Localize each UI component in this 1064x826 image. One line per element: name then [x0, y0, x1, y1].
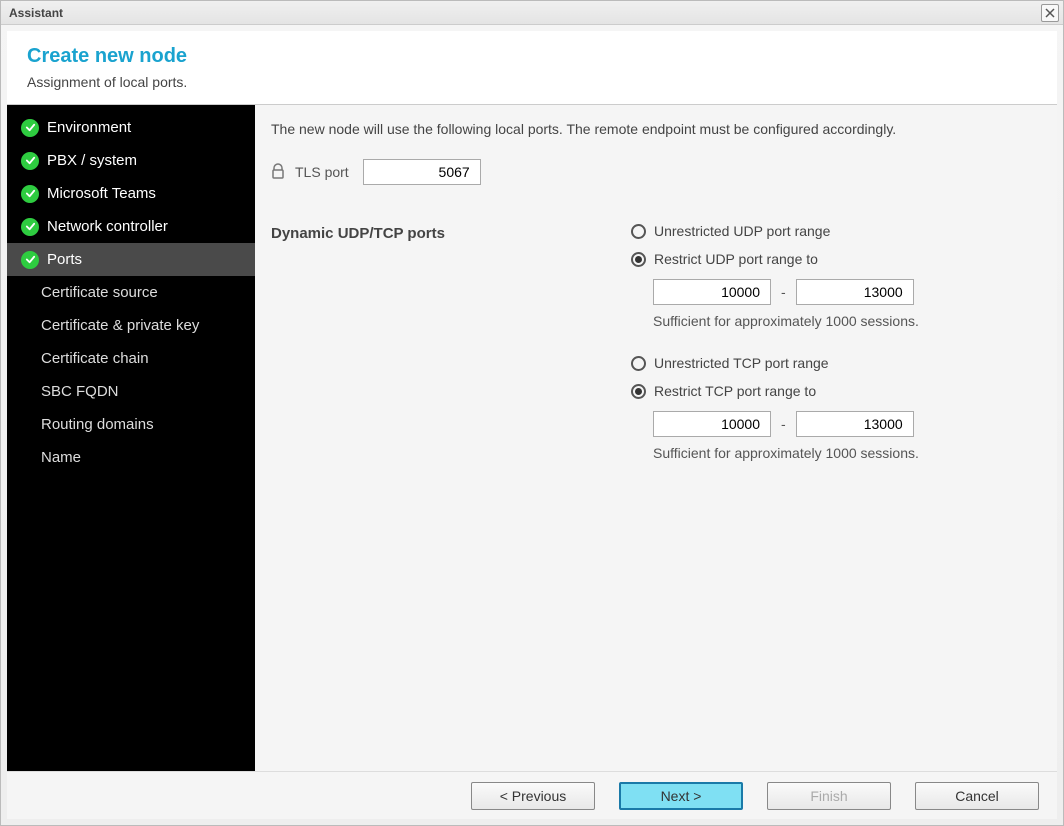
tls-port-input[interactable]: [363, 159, 481, 185]
udp-restrict-option[interactable]: Restrict UDP port range to: [631, 251, 1033, 267]
sidebar-item-microsoft-teams[interactable]: Microsoft Teams: [7, 177, 255, 210]
close-button[interactable]: [1041, 4, 1059, 22]
titlebar: Assistant: [1, 1, 1063, 25]
radio-icon: [631, 356, 646, 371]
radio-label: Restrict UDP port range to: [654, 251, 818, 267]
sidebar-item-label: Certificate & private key: [41, 317, 199, 334]
wizard-body: Environment PBX / system Microsoft Teams Ne…: [7, 105, 1057, 771]
sidebar-item-label: Name: [41, 449, 81, 466]
check-icon: [21, 218, 39, 236]
sidebar-item-label: Microsoft Teams: [47, 185, 156, 202]
udp-hint: Sufficient for approximately 1000 sessio…: [653, 313, 1033, 329]
sidebar-item-label: Environment: [47, 119, 131, 136]
range-separator: -: [781, 284, 786, 300]
radio-icon: [631, 224, 646, 239]
sidebar-item-pbx-system[interactable]: PBX / system: [7, 144, 255, 177]
sidebar-item-certificate-source[interactable]: Certificate source: [7, 276, 255, 309]
sidebar-item-certificate-chain[interactable]: Certificate chain: [7, 342, 255, 375]
cancel-button[interactable]: Cancel: [915, 782, 1039, 810]
dynamic-ports-section: Dynamic UDP/TCP ports Unrestricted UDP p…: [271, 223, 1033, 487]
tcp-range-row: -: [653, 411, 1033, 437]
sidebar-item-name[interactable]: Name: [7, 441, 255, 474]
range-separator: -: [781, 416, 786, 432]
sidebar-item-label: Routing domains: [41, 416, 154, 433]
wizard-content: The new node will use the following loca…: [255, 105, 1057, 771]
radio-label: Unrestricted TCP port range: [654, 355, 829, 371]
sidebar-item-label: Certificate chain: [41, 350, 149, 367]
radio-icon: [631, 384, 646, 399]
wizard-sidebar: Environment PBX / system Microsoft Teams Ne…: [7, 105, 255, 771]
tcp-unrestricted-option[interactable]: Unrestricted TCP port range: [631, 355, 1033, 371]
sidebar-item-ports[interactable]: Ports: [7, 243, 255, 276]
sidebar-item-label: PBX / system: [47, 152, 137, 169]
check-icon: [21, 185, 39, 203]
sidebar-item-routing-domains[interactable]: Routing domains: [7, 408, 255, 441]
tcp-range-to-input[interactable]: [796, 411, 914, 437]
sidebar-item-label: Ports: [47, 251, 82, 268]
dynamic-ports-options: Unrestricted UDP port range Restrict UDP…: [631, 223, 1033, 487]
lock-icon: [271, 163, 285, 182]
intro-text: The new node will use the following loca…: [271, 121, 1033, 137]
window-title: Assistant: [9, 6, 63, 20]
page-subtitle: Assignment of local ports.: [27, 74, 1037, 90]
page-title: Create new node: [27, 45, 1037, 68]
wizard-header: Create new node Assignment of local port…: [7, 31, 1057, 105]
check-icon: [21, 251, 39, 269]
wizard-footer: < Previous Next > Finish Cancel: [7, 771, 1057, 819]
radio-label: Unrestricted UDP port range: [654, 223, 830, 239]
dialog-window: Assistant Create new node Assignment of …: [0, 0, 1064, 826]
finish-button: Finish: [767, 782, 891, 810]
sidebar-item-certificate-private-key[interactable]: Certificate & private key: [7, 309, 255, 342]
sidebar-item-network-controller[interactable]: Network controller: [7, 210, 255, 243]
udp-unrestricted-option[interactable]: Unrestricted UDP port range: [631, 223, 1033, 239]
udp-range-from-input[interactable]: [653, 279, 771, 305]
close-icon: [1045, 8, 1055, 18]
sidebar-item-label: SBC FQDN: [41, 383, 119, 400]
udp-range-row: -: [653, 279, 1033, 305]
radio-icon: [631, 252, 646, 267]
radio-label: Restrict TCP port range to: [654, 383, 816, 399]
udp-range-to-input[interactable]: [796, 279, 914, 305]
next-button[interactable]: Next >: [619, 782, 743, 810]
sidebar-item-label: Network controller: [47, 218, 168, 235]
sidebar-item-sbc-fqdn[interactable]: SBC FQDN: [7, 375, 255, 408]
check-icon: [21, 119, 39, 137]
tcp-hint: Sufficient for approximately 1000 sessio…: [653, 445, 1033, 461]
tls-port-row: TLS port: [271, 159, 1033, 185]
tcp-restrict-option[interactable]: Restrict TCP port range to: [631, 383, 1033, 399]
dynamic-ports-label: Dynamic UDP/TCP ports: [271, 223, 631, 487]
sidebar-item-environment[interactable]: Environment: [7, 111, 255, 144]
tls-port-label: TLS port: [295, 164, 349, 180]
tcp-range-from-input[interactable]: [653, 411, 771, 437]
previous-button[interactable]: < Previous: [471, 782, 595, 810]
sidebar-item-label: Certificate source: [41, 284, 158, 301]
check-icon: [21, 152, 39, 170]
